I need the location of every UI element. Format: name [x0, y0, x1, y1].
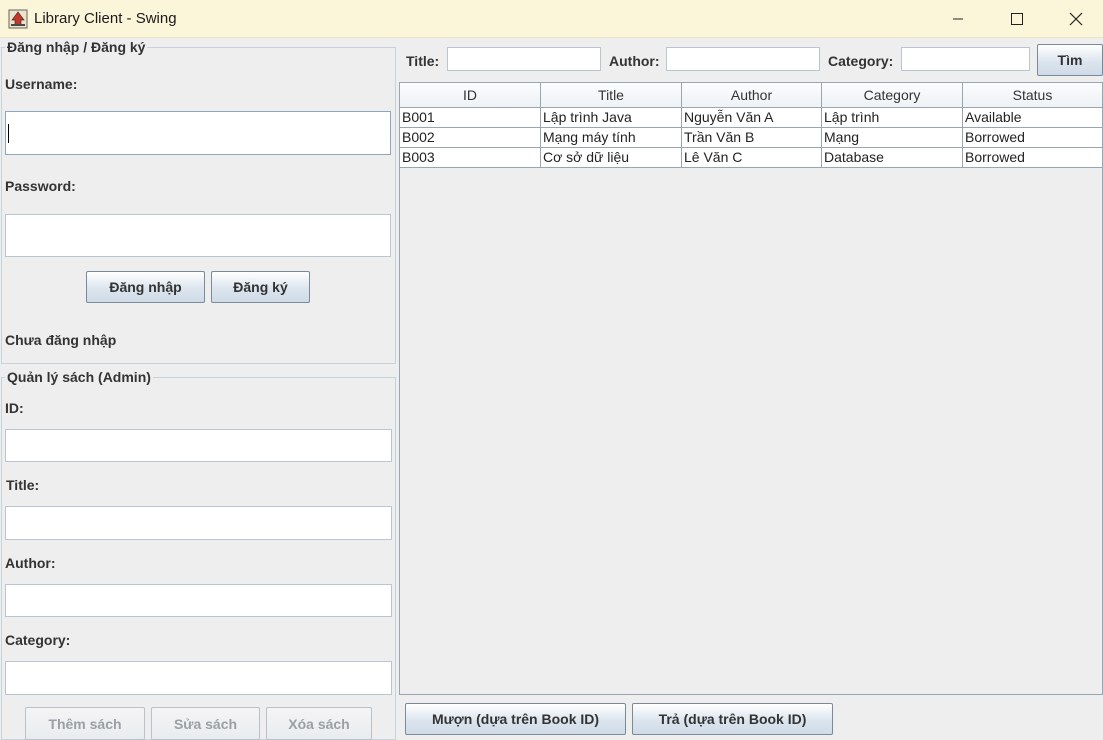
minimize-button[interactable] [935, 0, 981, 38]
username-label: Username: [5, 76, 78, 92]
table-row[interactable]: B001 Lập trình Java Nguyễn Văn A Lập trì… [400, 108, 1103, 128]
table-row[interactable]: B003 Cơ sở dữ liệu Lê Văn C Database Bor… [400, 148, 1103, 168]
book-author-label: Author: [5, 555, 56, 571]
search-button[interactable]: Tìm [1037, 44, 1103, 76]
column-header-category[interactable]: Category [822, 83, 963, 108]
table-cell: Trần Văn B [682, 128, 822, 148]
table-cell: Lập trình [822, 108, 963, 128]
books-table[interactable]: ID Title Author Category Status B001 Lập… [399, 82, 1103, 695]
book-title-input[interactable] [5, 506, 392, 540]
login-button[interactable]: Đăng nhập [86, 271, 205, 303]
search-author-label: Author: [609, 53, 660, 69]
book-category-label: Category: [5, 632, 71, 648]
login-status: Chưa đăng nhập [5, 332, 117, 348]
book-id-label: ID: [5, 400, 24, 416]
table-cell: Borrowed [963, 148, 1103, 168]
table-cell: Cơ sở dữ liệu [541, 148, 682, 168]
text-caret [8, 124, 9, 143]
table-cell: Mạng [822, 128, 963, 148]
book-title-label: Title: [6, 477, 40, 493]
title-bar: Library Client - Swing [0, 0, 1103, 38]
minimize-icon [953, 18, 963, 20]
admin-group-title: Quản lý sách (Admin) [5, 369, 153, 385]
table-cell: B001 [400, 108, 541, 128]
table-cell: Database [822, 148, 963, 168]
maximize-button[interactable] [994, 0, 1040, 38]
table-cell: Available [963, 108, 1103, 128]
password-input[interactable] [5, 214, 391, 257]
book-category-input[interactable] [5, 661, 392, 695]
column-header-id[interactable]: ID [400, 83, 541, 108]
table-cell: Mạng máy tính [541, 128, 682, 148]
password-label: Password: [5, 178, 76, 194]
register-button[interactable]: Đăng ký [211, 271, 310, 303]
search-title-input[interactable] [447, 47, 601, 71]
java-app-icon [8, 9, 28, 29]
delete-book-button[interactable]: Xóa sách [266, 707, 372, 740]
table-header: ID Title Author Category Status [400, 83, 1103, 108]
column-header-status[interactable]: Status [963, 83, 1103, 108]
close-button[interactable] [1053, 0, 1099, 38]
column-header-author[interactable]: Author [682, 83, 822, 108]
search-author-input[interactable] [666, 47, 820, 71]
column-header-title[interactable]: Title [541, 83, 682, 108]
add-book-button[interactable]: Thêm sách [25, 707, 145, 740]
maximize-icon [1011, 13, 1023, 25]
search-category-label: Category: [828, 53, 894, 69]
book-id-input[interactable] [5, 429, 392, 462]
search-title-label: Title: [406, 53, 440, 69]
table-cell: B003 [400, 148, 541, 168]
table-row[interactable]: B002 Mạng máy tính Trần Văn B Mạng Borro… [400, 128, 1103, 148]
return-button[interactable]: Trả (dựa trên Book ID) [632, 703, 833, 735]
username-input[interactable] [5, 111, 391, 155]
close-icon [1069, 12, 1083, 26]
table-cell: B002 [400, 128, 541, 148]
table-cell: Nguyễn Văn A [682, 108, 822, 128]
borrow-button[interactable]: Mượn (dựa trên Book ID) [405, 703, 626, 735]
login-group: Đăng nhập / Đăng ký [1, 39, 396, 364]
table-cell: Lê Văn C [682, 148, 822, 168]
window-title: Library Client - Swing [34, 10, 177, 27]
search-category-input[interactable] [901, 47, 1030, 71]
table-cell: Borrowed [963, 128, 1103, 148]
book-author-input[interactable] [5, 584, 392, 617]
login-group-title: Đăng nhập / Đăng ký [5, 39, 148, 55]
edit-book-button[interactable]: Sửa sách [151, 707, 260, 740]
table-cell: Lập trình Java [541, 108, 682, 128]
